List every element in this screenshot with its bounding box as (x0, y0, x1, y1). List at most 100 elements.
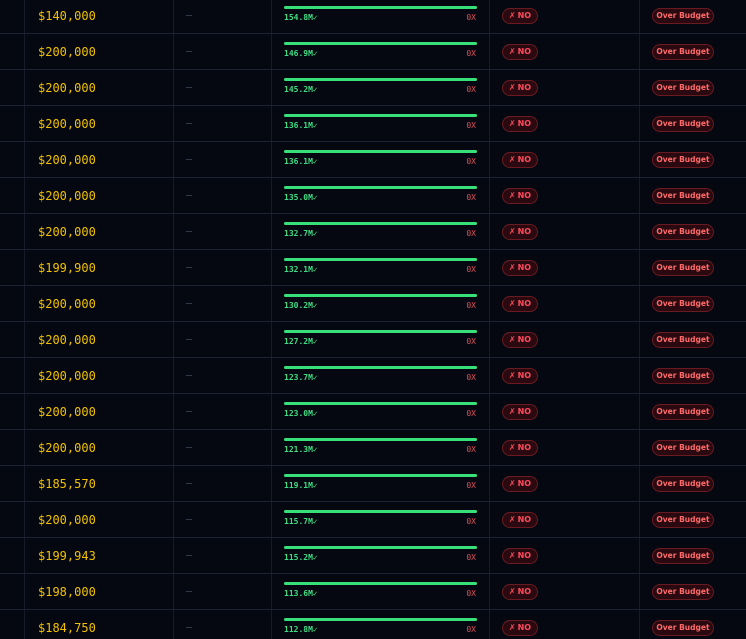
column-divider (271, 466, 272, 501)
table-row[interactable]: $185,570 — 119.1M✓ 0X ✗ NO Over Budget (0, 466, 746, 502)
column-divider (173, 250, 174, 285)
status-badge: Over Budget (652, 404, 714, 420)
status-badge: Over Budget (652, 440, 714, 456)
table-row[interactable]: $200,000 — 123.0M✓ 0X ✗ NO Over Budget (0, 394, 746, 430)
roi-badge: ✗ NO (502, 296, 538, 312)
x-mark-icon: ✗ (508, 11, 516, 20)
gross-value: 146.9M✓ (284, 49, 318, 58)
gross-value: 115.2M✓ (284, 553, 318, 562)
roi-badge: ✗ NO (502, 548, 538, 564)
gross-progress-bar (284, 402, 477, 405)
column-divider (271, 214, 272, 249)
budget-value: $200,000 (38, 297, 96, 311)
column-divider (639, 430, 640, 465)
multiplier-value: 0X (466, 301, 476, 310)
x-mark-icon: ✗ (508, 407, 516, 416)
x-mark-icon: ✗ (508, 191, 516, 200)
empty-cell-dash: — (186, 334, 193, 345)
budget-value: $200,000 (38, 513, 96, 527)
status-badge: Over Budget (652, 44, 714, 60)
gross-progress-bar (284, 366, 477, 369)
x-mark-icon: ✗ (508, 47, 516, 56)
gross-value: 119.1M✓ (284, 481, 318, 490)
roi-badge-label: NO (517, 587, 532, 596)
budget-value: $199,900 (38, 261, 96, 275)
column-divider (173, 142, 174, 177)
empty-cell-dash: — (186, 46, 193, 57)
column-divider (639, 178, 640, 213)
table-row[interactable]: $200,000 — 115.7M✓ 0X ✗ NO Over Budget (0, 502, 746, 538)
status-badge: Over Budget (652, 332, 714, 348)
roi-badge: ✗ NO (502, 476, 538, 492)
table-row[interactable]: $199,900 — 132.1M✓ 0X ✗ NO Over Budget (0, 250, 746, 286)
gross-progress-bar (284, 258, 477, 261)
gross-value: 130.2M✓ (284, 301, 318, 310)
multiplier-value: 0X (466, 553, 476, 562)
table-row[interactable]: $199,943 — 115.2M✓ 0X ✗ NO Over Budget (0, 538, 746, 574)
table-row[interactable]: $200,000 — 146.9M✓ 0X ✗ NO Over Budget (0, 34, 746, 70)
empty-cell-dash: — (186, 442, 193, 453)
gross-value: 115.7M✓ (284, 517, 318, 526)
column-divider (489, 34, 490, 69)
column-divider (271, 142, 272, 177)
gross-progress-fill (284, 366, 477, 369)
gross-progress-fill (284, 582, 477, 585)
table-row[interactable]: $200,000 — 130.2M✓ 0X ✗ NO Over Budget (0, 286, 746, 322)
multiplier-value: 0X (466, 625, 476, 634)
roi-badge: ✗ NO (502, 224, 538, 240)
x-mark-icon: ✗ (508, 515, 516, 524)
column-divider (24, 394, 25, 429)
table-row[interactable]: $200,000 — 136.1M✓ 0X ✗ NO Over Budget (0, 106, 746, 142)
column-divider (489, 538, 490, 573)
x-mark-icon: ✗ (508, 443, 516, 452)
gross-value: 127.2M✓ (284, 337, 318, 346)
empty-cell-dash: — (186, 262, 193, 273)
column-divider (639, 286, 640, 321)
empty-cell-dash: — (186, 10, 193, 21)
column-divider (271, 574, 272, 609)
column-divider (489, 0, 490, 33)
table-row[interactable]: $184,750 — 112.8M✓ 0X ✗ NO Over Budget (0, 610, 746, 639)
column-divider (24, 430, 25, 465)
column-divider (173, 358, 174, 393)
roi-badge: ✗ NO (502, 404, 538, 420)
column-divider (639, 394, 640, 429)
gross-progress-fill (284, 510, 477, 513)
table-row[interactable]: $200,000 — 132.7M✓ 0X ✗ NO Over Budget (0, 214, 746, 250)
empty-cell-dash: — (186, 154, 193, 165)
budget-value: $200,000 (38, 369, 96, 383)
roi-badge: ✗ NO (502, 368, 538, 384)
table-row[interactable]: $200,000 — 127.2M✓ 0X ✗ NO Over Budget (0, 322, 746, 358)
table-row[interactable]: $200,000 — 135.0M✓ 0X ✗ NO Over Budget (0, 178, 746, 214)
multiplier-value: 0X (466, 229, 476, 238)
gross-progress-fill (284, 438, 477, 441)
table-row[interactable]: $200,000 — 136.1M✓ 0X ✗ NO Over Budget (0, 142, 746, 178)
column-divider (173, 70, 174, 105)
table-row[interactable]: $198,000 — 113.6M✓ 0X ✗ NO Over Budget (0, 574, 746, 610)
roi-badge: ✗ NO (502, 116, 538, 132)
column-divider (639, 142, 640, 177)
budget-value: $198,000 (38, 585, 96, 599)
x-mark-icon: ✗ (508, 479, 516, 488)
multiplier-value: 0X (466, 445, 476, 454)
table-row[interactable]: $140,000 — 154.8M✓ 0X ✗ NO Over Budget (0, 0, 746, 34)
budget-value: $200,000 (38, 225, 96, 239)
x-mark-icon: ✗ (508, 371, 516, 380)
status-badge: Over Budget (652, 260, 714, 276)
column-divider (271, 0, 272, 33)
table-row[interactable]: $200,000 — 121.3M✓ 0X ✗ NO Over Budget (0, 430, 746, 466)
column-divider (639, 214, 640, 249)
gross-progress-fill (284, 150, 477, 153)
column-divider (24, 34, 25, 69)
status-badge: Over Budget (652, 224, 714, 240)
column-divider (271, 322, 272, 357)
roi-badge-label: NO (517, 119, 532, 128)
table-row[interactable]: $200,000 — 123.7M✓ 0X ✗ NO Over Budget (0, 358, 746, 394)
column-divider (639, 538, 640, 573)
empty-cell-dash: — (186, 514, 193, 525)
budget-value: $200,000 (38, 333, 96, 347)
column-divider (173, 286, 174, 321)
status-badge: Over Budget (652, 296, 714, 312)
table-row[interactable]: $200,000 — 145.2M✓ 0X ✗ NO Over Budget (0, 70, 746, 106)
column-divider (639, 106, 640, 141)
